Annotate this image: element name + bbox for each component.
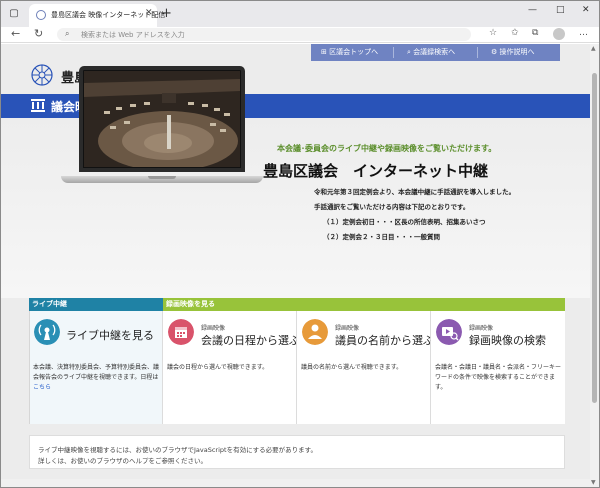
scrollbar-thumb[interactable]: [592, 73, 597, 403]
javascript-notice: ライブ中継映像を視聴するには、お使いのブラウザでJavaScriptを有効にする…: [29, 435, 565, 469]
back-arrow-icon[interactable]: ←: [11, 27, 20, 40]
schedule-card[interactable]: 録画映像 会議の日程から選ぶ 議会の日程から選んで視聴できます。: [163, 311, 300, 424]
live-card[interactable]: ライブ中継を見る 本会議、決算特別委員会、予算特別委員会、議会報告会のライブ中継…: [30, 311, 163, 424]
live-section-header: ライブ中継: [29, 298, 163, 311]
search-icon: ⌕: [65, 29, 70, 38]
member-card-description: 議員の名前から選んで視聴できます。: [301, 364, 403, 371]
member-card[interactable]: 録画映像 議員の名前から選ぶ 議員の名前から選んで視聴できます。: [297, 311, 434, 424]
tab-close-icon[interactable]: ✕: [145, 8, 153, 18]
horizontal-scrollbar[interactable]: [1, 479, 590, 487]
window-menu-icon[interactable]: ▢: [5, 5, 23, 23]
browser-tab[interactable]: 豊島区議会 映像インターネット配信 ✕: [29, 4, 165, 27]
schedule-card-label: 録画映像: [201, 325, 226, 332]
address-bar-row: ← ↻ ⌕ 検索または Web アドレスを入力 ☆ ✩ ⧉ …: [1, 27, 599, 43]
window-maximize-button[interactable]: □: [556, 5, 565, 15]
hero-notice-line: 手話通訳をご覧いただける内容は下記のとおりです。: [314, 203, 470, 211]
video-search-icon: [436, 319, 462, 345]
hero-subtitle: 本会議･委員会のライブ中継や録画映像をご覧いただけます。: [277, 144, 497, 153]
favicon-icon: [36, 10, 46, 20]
schedule-card-description: 議会の日程から選んで視聴できます。: [167, 364, 269, 371]
recorded-section-header: 録画映像を見る: [163, 298, 565, 311]
new-tab-button[interactable]: +: [161, 6, 172, 21]
hero-title: 豊島区議会 インターネット中継: [263, 162, 489, 180]
window-close-button[interactable]: ✕: [582, 5, 590, 15]
favorite-star-icon[interactable]: ☆: [489, 28, 497, 38]
tab-bar: ▢ 豊島区議会 映像インターネット配信 ✕ + — □ ✕: [1, 1, 599, 27]
schedule-link[interactable]: こちら: [33, 384, 51, 391]
notice-line: 詳しくは、お使いのブラウザのヘルプをご参照ください。: [38, 457, 207, 465]
toshima-emblem-icon: [31, 64, 53, 86]
calendar-icon: [168, 319, 194, 345]
favorites-icon[interactable]: ✩: [511, 28, 519, 38]
person-icon: [302, 319, 328, 345]
scroll-down-arrow-icon[interactable]: ▼: [591, 479, 596, 486]
member-card-title: 議員の名前から選ぶ: [335, 334, 434, 347]
assembly-hall-photo: [84, 71, 240, 167]
schedule-card-title: 会議の日程から選ぶ: [201, 334, 300, 347]
hero-notice-line: 令和元年第３回定例会より、本会議中継に手話通訳を導入しました。: [314, 188, 516, 196]
assembly-hall-icon: [31, 99, 45, 112]
nav-minutes-search[interactable]: ⌕ 会議録検索へ: [407, 44, 455, 61]
laptop-notch: [148, 176, 176, 179]
search-card-title: 録画映像の検索: [469, 334, 546, 347]
profile-avatar[interactable]: [553, 28, 565, 40]
notice-line: ライブ中継映像を視聴するには、お使いのブラウザでJavaScriptを有効にする…: [38, 446, 317, 454]
broadcast-icon: [34, 319, 60, 345]
gear-icon: ⚙: [491, 48, 500, 56]
scroll-up-arrow-icon[interactable]: ▲: [591, 45, 596, 52]
collections-icon[interactable]: ⧉: [532, 28, 538, 38]
live-card-title: ライブ中継を見る: [66, 329, 154, 342]
search-card-label: 録画映像: [469, 325, 494, 332]
search-card-description: 会議名・会議日・議員名・会派名・フリーキーワードの条件で映像を検索することができ…: [435, 364, 562, 391]
refresh-icon[interactable]: ↻: [34, 27, 43, 40]
top-navigation: ⊞ 区議会トップへ ⌕ 会議録検索へ ⚙ 操作説明へ: [311, 44, 560, 61]
hero-notice-line: （２）定例会２・３日目・・・一般質問: [323, 233, 440, 241]
nav-divider: [477, 47, 478, 58]
hero-notice-line: （１）定例会初日・・・区長の所信表明、招集あいさつ: [323, 218, 486, 226]
live-card-description: 本会議、決算特別委員会、予算特別委員会、議会報告会のライブ中継を視聴できます。日…: [33, 364, 160, 391]
nav-divider: [393, 47, 394, 58]
member-card-label: 録画映像: [335, 325, 360, 332]
more-menu-icon[interactable]: …: [579, 28, 588, 38]
address-bar[interactable]: ⌕ 検索または Web アドレスを入力: [57, 28, 471, 41]
grid-icon: ⊞: [321, 48, 330, 56]
address-input[interactable]: 検索または Web アドレスを入力: [81, 30, 185, 40]
search-card[interactable]: 録画映像 録画映像の検索 会議名・会議日・議員名・会派名・フリーキーワードの条件…: [431, 311, 565, 424]
nav-help[interactable]: ⚙ 操作説明へ: [491, 44, 535, 61]
window-minimize-button[interactable]: —: [528, 5, 537, 15]
browser-window: ▢ 豊島区議会 映像インターネット配信 ✕ + — □ ✕ ← ↻ ⌕ 検索また…: [0, 0, 600, 488]
nav-council-top[interactable]: ⊞ 区議会トップへ: [321, 44, 378, 61]
